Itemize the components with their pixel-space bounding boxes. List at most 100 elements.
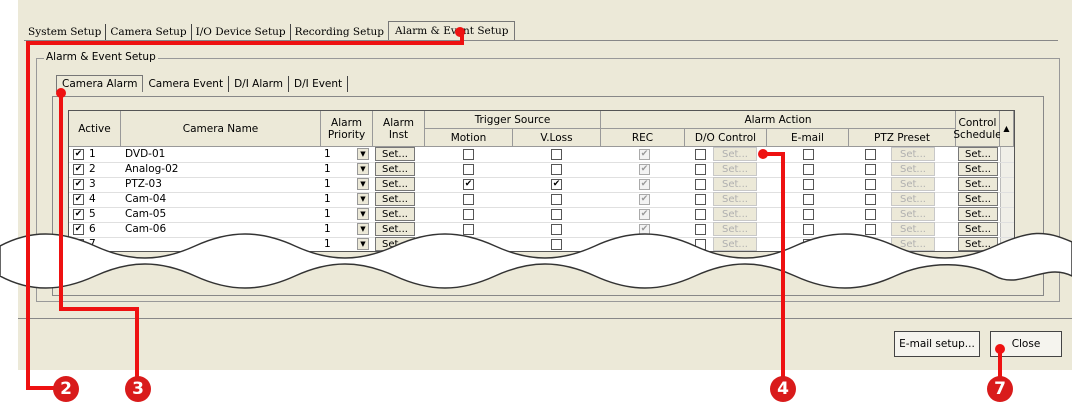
- row-number: 1: [89, 148, 96, 160]
- ptz-preset-checkbox[interactable]: [865, 149, 876, 160]
- motion-checkbox[interactable]: [463, 194, 474, 205]
- alarm-inst-set-button[interactable]: Set...: [375, 177, 415, 191]
- do-control-set-button[interactable]: Set...: [713, 162, 757, 176]
- tab-camera-alarm[interactable]: Camera Alarm: [56, 75, 144, 92]
- callout-dot-2: [455, 27, 465, 37]
- ptz-preset-checkbox[interactable]: [865, 209, 876, 220]
- tab-recording-setup[interactable]: Recording Setup: [291, 24, 388, 40]
- priority-value: 1: [324, 208, 331, 220]
- header-control-schedule: Control Schedule: [953, 111, 1002, 147]
- table-row: ✔ 5 Cam-05 1 ▼ Set... ✔ Set... Set... Set...: [69, 207, 1014, 223]
- callout-badge-2: 2: [53, 376, 79, 402]
- do-control-checkbox[interactable]: [695, 179, 706, 190]
- priority-dropdown-icon[interactable]: ▼: [357, 193, 369, 205]
- control-schedule-set-button[interactable]: Set...: [958, 147, 998, 161]
- email-checkbox[interactable]: [803, 179, 814, 190]
- vloss-checkbox[interactable]: [551, 164, 562, 175]
- ptz-preset-set-button[interactable]: Set...: [891, 177, 935, 191]
- rec-checkbox[interactable]: ✔: [639, 164, 650, 175]
- header-ptz-preset: PTZ Preset: [849, 129, 956, 147]
- footer-separator: [18, 318, 1072, 319]
- group-label: Alarm & Event Setup: [44, 51, 158, 63]
- email-checkbox[interactable]: [803, 149, 814, 160]
- tab-di-event[interactable]: D/I Event: [289, 76, 349, 92]
- ptz-preset-set-button[interactable]: Set...: [891, 162, 935, 176]
- control-schedule-set-button[interactable]: Set...: [958, 162, 998, 176]
- control-schedule-set-button[interactable]: Set...: [958, 192, 998, 206]
- active-checkbox[interactable]: ✔: [73, 194, 84, 205]
- rec-checkbox[interactable]: ✔: [639, 179, 650, 190]
- ptz-preset-set-button[interactable]: Set...: [891, 207, 935, 221]
- motion-checkbox[interactable]: [463, 209, 474, 220]
- do-control-checkbox[interactable]: [695, 164, 706, 175]
- ptz-preset-checkbox[interactable]: [865, 164, 876, 175]
- tab-camera-setup[interactable]: Camera Setup: [106, 24, 192, 40]
- do-control-checkbox[interactable]: [695, 209, 706, 220]
- priority-dropdown-icon[interactable]: ▼: [357, 178, 369, 190]
- rec-checkbox[interactable]: ✔: [639, 194, 650, 205]
- vloss-checkbox[interactable]: ✔: [551, 179, 562, 190]
- header-camera-name: Camera Name: [121, 111, 321, 147]
- ptz-preset-checkbox[interactable]: [865, 179, 876, 190]
- header-rec: REC: [601, 129, 685, 147]
- do-control-set-button[interactable]: Set...: [713, 177, 757, 191]
- callout-badge-3: 3: [125, 376, 151, 402]
- vloss-checkbox[interactable]: [551, 194, 562, 205]
- priority-dropdown-icon[interactable]: ▼: [357, 163, 369, 175]
- do-control-checkbox[interactable]: [695, 194, 706, 205]
- rec-checkbox[interactable]: ✔: [639, 149, 650, 160]
- priority-dropdown-icon[interactable]: ▼: [357, 208, 369, 220]
- tab-io-device-setup[interactable]: I/O Device Setup: [192, 24, 291, 40]
- priority-value: 1: [324, 178, 331, 190]
- active-checkbox[interactable]: ✔: [73, 209, 84, 220]
- alarm-inst-set-button[interactable]: Set...: [375, 162, 415, 176]
- ptz-preset-set-button[interactable]: Set...: [891, 147, 935, 161]
- row-number: 5: [89, 208, 96, 220]
- rec-checkbox[interactable]: ✔: [639, 209, 650, 220]
- control-schedule-set-button[interactable]: Set...: [958, 207, 998, 221]
- ptz-preset-set-button[interactable]: Set...: [891, 192, 935, 206]
- alarm-inst-set-button[interactable]: Set...: [375, 192, 415, 206]
- email-checkbox[interactable]: [803, 194, 814, 205]
- header-alarm-priority: Alarm Priority: [321, 111, 373, 147]
- callout-line-4-vertical: [781, 152, 785, 377]
- row-number: 3: [89, 178, 96, 190]
- vloss-checkbox[interactable]: [551, 149, 562, 160]
- camera-name-cell: Analog-02: [125, 163, 179, 175]
- do-control-set-button[interactable]: Set...: [713, 207, 757, 221]
- table-row: ✔ 4 Cam-04 1 ▼ Set... ✔ Set... Set... Set...: [69, 192, 1014, 208]
- scroll-up-arrow-icon[interactable]: ▲: [1000, 111, 1014, 147]
- do-control-checkbox[interactable]: [695, 149, 706, 160]
- control-schedule-set-button[interactable]: Set...: [958, 177, 998, 191]
- table-row: ✔ 3 PTZ-03 1 ▼ Set... ✔ ✔ ✔ Set... Set... Set...: [69, 177, 1014, 193]
- do-control-set-button[interactable]: Set...: [713, 192, 757, 206]
- motion-checkbox[interactable]: [463, 149, 474, 160]
- camera-alarm-grid: Active Camera Name Alarm Priority Alarm …: [68, 110, 1015, 252]
- email-setup-button[interactable]: E-mail setup...: [894, 331, 980, 357]
- vloss-checkbox[interactable]: [551, 209, 562, 220]
- tab-alarm-event-setup[interactable]: Alarm & Event Setup: [388, 21, 516, 40]
- camera-name-cell: Cam-05: [125, 208, 167, 220]
- active-checkbox[interactable]: ✔: [73, 149, 84, 160]
- tab-di-alarm[interactable]: D/I Alarm: [229, 76, 290, 92]
- tab-system-setup[interactable]: System Setup: [24, 24, 107, 40]
- callout-line-4-horizontal: [763, 152, 783, 156]
- active-checkbox[interactable]: ✔: [73, 179, 84, 190]
- ptz-preset-checkbox[interactable]: [865, 194, 876, 205]
- priority-dropdown-icon[interactable]: ▼: [357, 148, 369, 160]
- motion-checkbox[interactable]: [463, 164, 474, 175]
- do-control-set-button[interactable]: Set...: [713, 147, 757, 161]
- alarm-inst-set-button[interactable]: Set...: [375, 207, 415, 221]
- email-checkbox[interactable]: [803, 164, 814, 175]
- header-motion: Motion: [425, 129, 513, 147]
- wavy-break-graphic: [0, 232, 1072, 289]
- callout-badge-4: 4: [770, 376, 796, 402]
- table-row: ✔ 1 DVD-01 1 ▼ Set... ✔ Set... Set... Set...: [69, 147, 1014, 163]
- email-checkbox[interactable]: [803, 209, 814, 220]
- priority-value: 1: [324, 163, 331, 175]
- motion-checkbox[interactable]: ✔: [463, 179, 474, 190]
- tab-camera-event[interactable]: Camera Event: [143, 76, 230, 92]
- callout-line-3-down: [135, 307, 139, 377]
- alarm-inst-set-button[interactable]: Set...: [375, 147, 415, 161]
- active-checkbox[interactable]: ✔: [73, 164, 84, 175]
